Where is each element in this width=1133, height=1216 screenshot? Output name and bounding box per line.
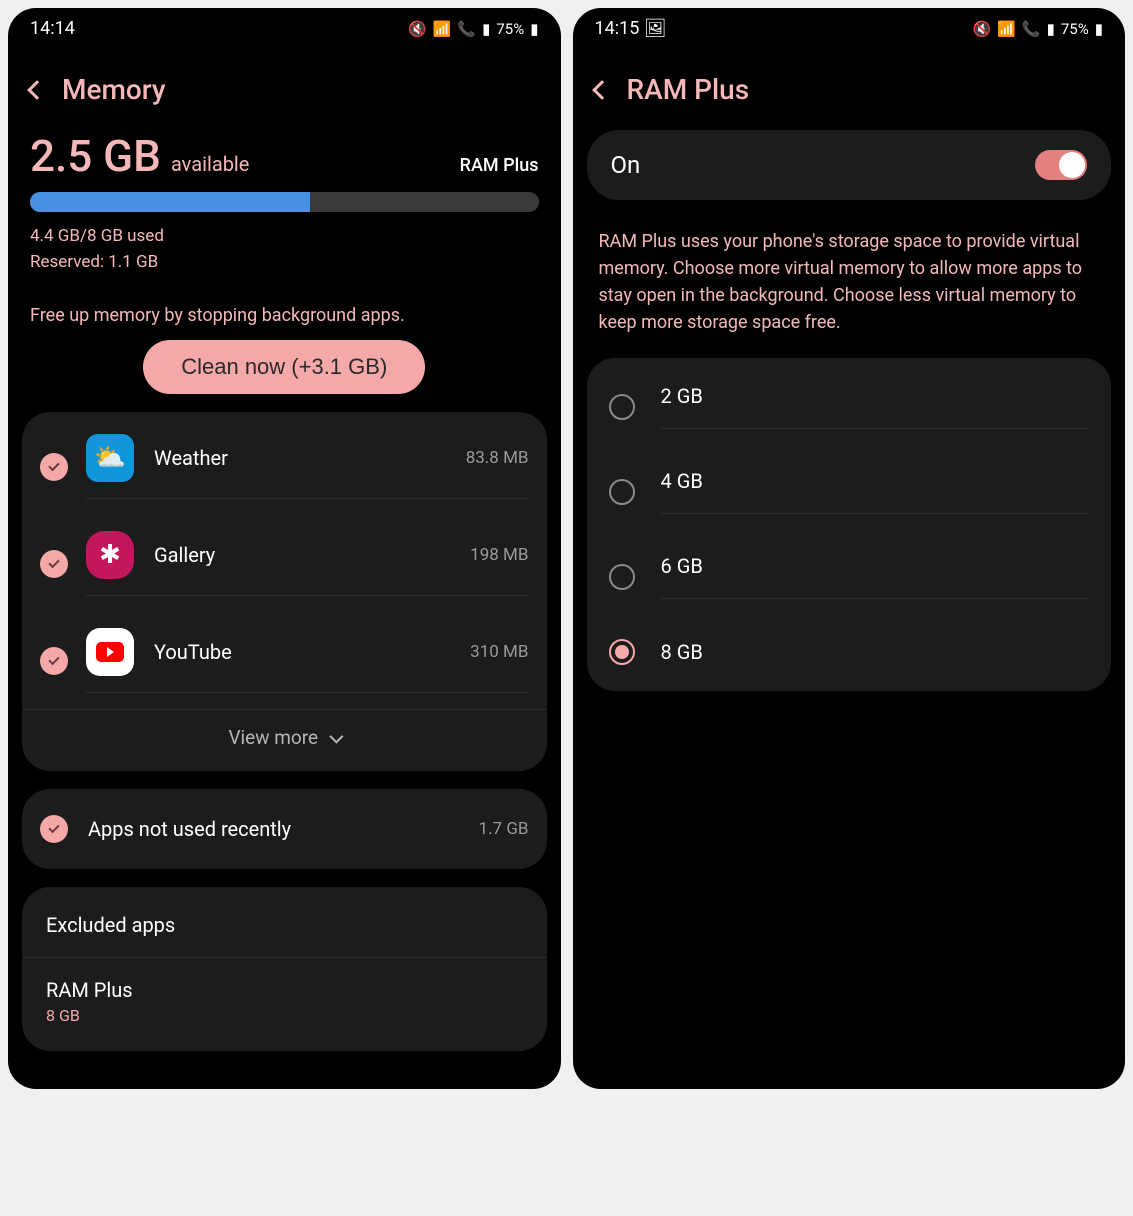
checkbox-icon[interactable] [40, 647, 68, 675]
ram-plus-description: RAM Plus uses your phone's storage space… [573, 218, 1126, 358]
ram-plus-value: 8 GB [46, 1006, 523, 1025]
usage-reserved: Reserved: 1.1 GB [30, 250, 539, 276]
back-icon[interactable] [27, 80, 47, 100]
master-switch-row[interactable]: On [587, 130, 1112, 200]
app-size: 198 MB [470, 545, 528, 565]
mute-icon: 🔇 [408, 20, 427, 38]
memory-summary: 2.5 GB available RAM Plus 4.4 GB/8 GB us… [8, 130, 561, 291]
chevron-down-icon [329, 729, 343, 743]
not-used-size: 1.7 GB [479, 819, 529, 839]
option-label: 2 GB [661, 384, 1090, 408]
clock-label: 14:14 [30, 18, 75, 39]
switch-label: On [611, 151, 641, 179]
status-bar: 14:15 🖼 🔇 📶 📞 ▮ 75% ▮ [573, 8, 1126, 45]
gallery-icon: ✱ [86, 531, 134, 579]
signal-icon: ▮ [482, 20, 490, 38]
checkbox-icon[interactable] [40, 550, 68, 578]
page-title: Memory [62, 73, 166, 106]
battery-icon: ▮ [530, 20, 538, 38]
checkbox-icon[interactable] [40, 453, 68, 481]
page-header: RAM Plus [573, 45, 1126, 130]
battery-icon: ▮ [1095, 20, 1103, 38]
checkbox-icon[interactable] [40, 815, 68, 843]
youtube-icon [86, 628, 134, 676]
page-header: Memory [8, 45, 561, 130]
screenshot-icon: 🖼 [644, 18, 667, 39]
view-more-label: View more [228, 726, 318, 749]
radio-icon[interactable] [609, 564, 635, 590]
app-name: Gallery [154, 543, 450, 567]
call-icon: 📞 [1022, 20, 1041, 38]
status-bar: 14:14 🔇 📶 📞 ▮ 75% ▮ [8, 8, 561, 45]
app-size: 83.8 MB [466, 448, 529, 468]
ram-plus-options: 2 GB 4 GB 6 GB 8 GB [587, 358, 1112, 691]
available-amount: 2.5 GB [30, 130, 161, 182]
not-used-title: Apps not used recently [88, 817, 459, 841]
weather-icon: ⛅ [86, 434, 134, 482]
ram-plus-link[interactable]: RAM Plus [460, 155, 539, 176]
usage-used: 4.4 GB/8 GB used [30, 224, 539, 250]
excluded-apps-row[interactable]: Excluded apps [22, 893, 547, 958]
free-up-hint: Free up memory by stopping background ap… [8, 291, 561, 340]
call-icon: 📞 [457, 20, 476, 38]
app-row-weather[interactable]: ⛅ Weather 83.8 MB [22, 418, 547, 515]
clock-label: 14:15 🖼 [595, 18, 667, 39]
excluded-apps-label: Excluded apps [46, 913, 523, 937]
toggle-switch[interactable] [1035, 150, 1087, 180]
option-6gb[interactable]: 6 GB [587, 534, 1112, 619]
app-name: Weather [154, 446, 446, 470]
radio-icon[interactable] [609, 394, 635, 420]
settings-card: Excluded apps RAM Plus 8 GB [22, 887, 547, 1051]
ram-plus-screen: 14:15 🖼 🔇 📶 📞 ▮ 75% ▮ RAM Plus On RAM Pl… [573, 8, 1126, 1089]
option-label: 6 GB [661, 554, 1090, 578]
available-word: available [171, 152, 249, 176]
status-icons: 🔇 📶 📞 ▮ 75% ▮ [973, 20, 1103, 38]
option-4gb[interactable]: 4 GB [587, 449, 1112, 534]
radio-icon[interactable] [609, 479, 635, 505]
memory-screen: 14:14 🔇 📶 📞 ▮ 75% ▮ Memory 2.5 GB availa… [8, 8, 561, 1089]
view-more-button[interactable]: View more [22, 709, 547, 765]
page-title: RAM Plus [627, 73, 750, 106]
mute-icon: 🔇 [973, 20, 992, 38]
apps-card: ⛅ Weather 83.8 MB ✱ Gallery 198 MB YouTu… [22, 412, 547, 771]
app-size: 310 MB [470, 642, 528, 662]
ram-plus-label: RAM Plus [46, 978, 523, 1002]
memory-progress-fill [30, 192, 310, 212]
option-label: 8 GB [661, 640, 1090, 664]
option-2gb[interactable]: 2 GB [587, 364, 1112, 449]
status-icons: 🔇 📶 📞 ▮ 75% ▮ [408, 20, 538, 38]
option-label: 4 GB [661, 469, 1090, 493]
wifi-icon: 📶 [433, 20, 452, 38]
battery-label: 75% [496, 20, 524, 38]
option-8gb[interactable]: 8 GB [587, 619, 1112, 685]
radio-icon[interactable] [609, 639, 635, 665]
signal-icon: ▮ [1047, 20, 1055, 38]
not-used-card[interactable]: Apps not used recently 1.7 GB [22, 789, 547, 869]
wifi-icon: 📶 [997, 20, 1016, 38]
ram-plus-row[interactable]: RAM Plus 8 GB [22, 958, 547, 1045]
memory-progress [30, 192, 539, 212]
back-icon[interactable] [592, 80, 612, 100]
app-name: YouTube [154, 640, 450, 664]
app-row-gallery[interactable]: ✱ Gallery 198 MB [22, 515, 547, 612]
battery-label: 75% [1061, 20, 1089, 38]
clean-now-button[interactable]: Clean now (+3.1 GB) [143, 340, 425, 394]
app-row-youtube[interactable]: YouTube 310 MB [22, 612, 547, 709]
